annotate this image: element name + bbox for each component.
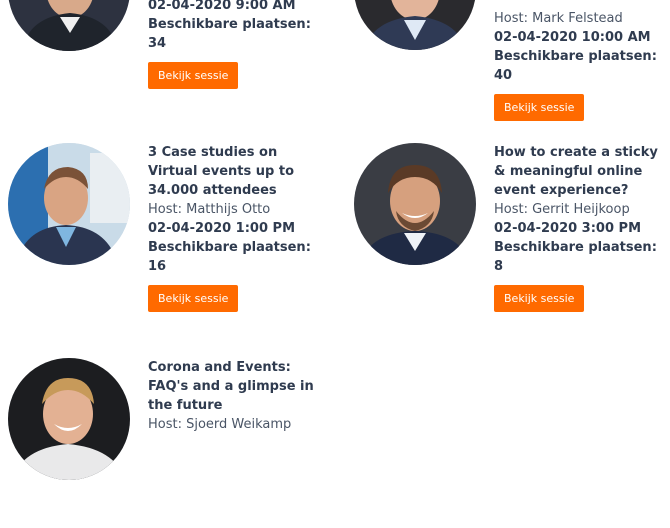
view-session-button[interactable]: Bekijk sessie bbox=[494, 285, 585, 312]
session-date: 02-04-2020 1:00 PM bbox=[148, 221, 296, 236]
session-seats: Beschikbare plaatsen: 8 bbox=[494, 240, 657, 274]
session-seats: Beschikbare plaatsen: 40 bbox=[494, 49, 657, 83]
session-host: Host: Matthijs Otto bbox=[148, 202, 271, 217]
session-host: Host: Mark Felstead bbox=[494, 11, 623, 26]
session-info: 02-04-2020 9:00 AM Beschikbare plaatsen:… bbox=[148, 0, 324, 89]
session-seats: Beschikbare plaatsen: 34 bbox=[148, 17, 311, 51]
session-card-1: 02-04-2020 9:00 AM Beschikbare plaatsen:… bbox=[8, 0, 328, 99]
session-seats: Beschikbare plaatsen: 16 bbox=[148, 240, 311, 274]
session-title: 3 Case studies on Virtual events up to 3… bbox=[148, 145, 294, 198]
session-host: Host: Sjoerd Weikamp bbox=[148, 417, 292, 432]
host-avatar bbox=[8, 0, 130, 51]
session-title: Corona and Events: FAQ's and a glimpse i… bbox=[148, 360, 314, 413]
session-info: Corona and Events: FAQ's and a glimpse i… bbox=[148, 358, 324, 434]
session-date: 02-04-2020 9:00 AM bbox=[148, 0, 296, 13]
host-avatar bbox=[8, 143, 130, 265]
session-card-2: Host: Mark Felstead 02-04-2020 10:00 AM … bbox=[354, 0, 670, 121]
session-info: How to create a sticky & meaningful onli… bbox=[494, 143, 670, 312]
session-date: 02-04-2020 10:00 AM bbox=[494, 30, 651, 45]
session-info: Host: Mark Felstead 02-04-2020 10:00 AM … bbox=[494, 9, 670, 121]
session-info: 3 Case studies on Virtual events up to 3… bbox=[148, 143, 324, 312]
view-session-button[interactable]: Bekijk sessie bbox=[494, 94, 585, 121]
session-date: 02-04-2020 3:00 PM bbox=[494, 221, 642, 236]
session-card-4: How to create a sticky & meaningful onli… bbox=[354, 143, 670, 313]
view-session-button[interactable]: Bekijk sessie bbox=[148, 62, 239, 89]
host-avatar bbox=[8, 358, 130, 480]
host-avatar bbox=[354, 0, 476, 50]
session-card-5: Corona and Events: FAQ's and a glimpse i… bbox=[8, 358, 328, 528]
session-host: Host: Gerrit Heijkoop bbox=[494, 202, 630, 217]
session-card-3: 3 Case studies on Virtual events up to 3… bbox=[8, 143, 328, 313]
view-session-button[interactable]: Bekijk sessie bbox=[148, 285, 239, 312]
host-avatar bbox=[354, 143, 476, 265]
session-title: How to create a sticky & meaningful onli… bbox=[494, 145, 658, 198]
